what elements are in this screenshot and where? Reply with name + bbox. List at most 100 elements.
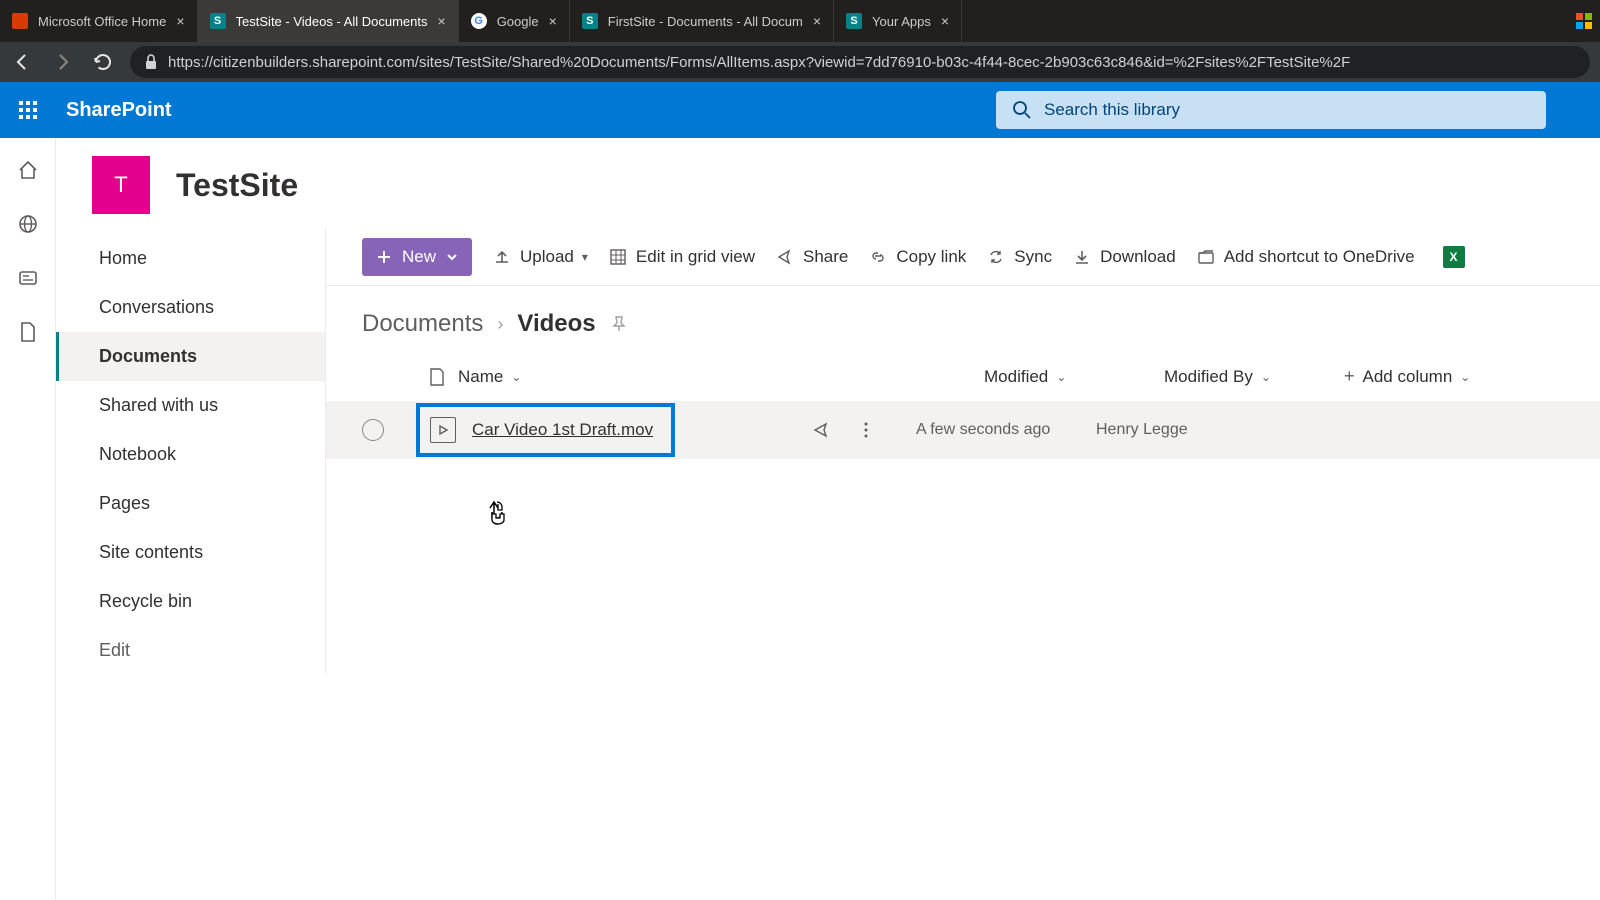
home-icon[interactable] (16, 158, 40, 182)
search-icon (1012, 100, 1032, 120)
nav-home[interactable]: Home (56, 234, 325, 283)
modified-by-column-header[interactable]: Modified By⌄ (1164, 367, 1344, 387)
browser-tab[interactable]: S TestSite - Videos - All Documents × (198, 0, 459, 42)
close-icon[interactable]: × (438, 13, 446, 29)
copy-link-label: Copy link (896, 247, 966, 267)
site-logo[interactable]: T (92, 156, 150, 214)
close-icon[interactable]: × (549, 13, 557, 29)
copy-link-button[interactable]: Copy link (868, 247, 966, 267)
browser-tab[interactable]: S FirstSite - Documents - All Docum × (570, 0, 834, 42)
nav-site-contents[interactable]: Site contents (56, 528, 325, 577)
close-icon[interactable]: × (176, 13, 184, 29)
sync-icon (986, 247, 1006, 267)
browser-toolbar: https://citizenbuilders.sharepoint.com/s… (0, 42, 1600, 82)
files-icon[interactable] (16, 320, 40, 344)
more-actions-icon[interactable] (856, 420, 876, 440)
site-title[interactable]: TestSite (176, 167, 298, 204)
modified-by-cell: Henry Legge (1096, 421, 1188, 439)
excel-icon[interactable]: X (1443, 246, 1465, 268)
reload-button[interactable] (90, 49, 116, 75)
file-name-link[interactable]: Car Video 1st Draft.mov (472, 420, 653, 440)
name-column-header[interactable]: Name⌄ (458, 367, 814, 387)
pin-icon[interactable] (610, 315, 628, 333)
breadcrumb: Documents › Videos (326, 286, 1600, 356)
browser-tab-strip: Microsoft Office Home × S TestSite - Vid… (0, 0, 1600, 42)
link-icon (868, 247, 888, 267)
back-button[interactable] (10, 49, 36, 75)
sync-button[interactable]: Sync (986, 247, 1052, 267)
sharepoint-icon: S (846, 13, 862, 29)
chevron-right-icon: › (497, 314, 503, 335)
forward-button[interactable] (50, 49, 76, 75)
office-icon (12, 13, 28, 29)
share-row-icon[interactable] (812, 420, 832, 440)
google-icon: G (471, 13, 487, 29)
new-button[interactable]: New (362, 238, 472, 276)
browser-tab[interactable]: Microsoft Office Home × (0, 0, 198, 42)
nav-shared-with-us[interactable]: Shared with us (56, 381, 325, 430)
add-column-button[interactable]: +Add column⌄ (1344, 366, 1470, 387)
waffle-icon (19, 101, 37, 119)
row-select-checkbox[interactable] (362, 419, 384, 441)
chevron-down-icon: ⌄ (1261, 370, 1271, 384)
address-bar[interactable]: https://citizenbuilders.sharepoint.com/s… (130, 46, 1590, 78)
share-button[interactable]: Share (775, 247, 848, 267)
share-label: Share (803, 247, 848, 267)
file-row[interactable]: Car Video 1st Draft.mov A few seconds ag… (326, 401, 1600, 459)
suite-brand[interactable]: SharePoint (66, 99, 172, 122)
tab-title: Your Apps (872, 14, 931, 29)
url-text: https://citizenbuilders.sharepoint.com/s… (168, 54, 1350, 71)
breadcrumb-current: Videos (517, 310, 595, 338)
search-input[interactable] (1044, 100, 1530, 120)
download-label: Download (1100, 247, 1176, 267)
suite-header: SharePoint (0, 82, 1600, 138)
plus-icon: + (1344, 366, 1355, 387)
type-column-icon[interactable] (416, 367, 458, 387)
download-button[interactable]: Download (1072, 247, 1176, 267)
video-file-icon[interactable] (430, 417, 456, 443)
modified-column-header[interactable]: Modified⌄ (984, 367, 1164, 387)
news-icon[interactable] (16, 266, 40, 290)
column-headers: Name⌄ Modified⌄ Modified By⌄ +Add column… (326, 356, 1600, 401)
app-bar (0, 138, 56, 900)
plus-icon (376, 249, 392, 265)
tab-title: Microsoft Office Home (38, 14, 166, 29)
search-box[interactable] (996, 91, 1546, 129)
browser-tab[interactable]: G Google × (459, 0, 570, 42)
tab-title: Google (497, 14, 539, 29)
app-launcher-button[interactable] (14, 96, 42, 124)
upload-label: Upload (520, 247, 574, 267)
edit-grid-label: Edit in grid view (636, 247, 755, 267)
close-icon[interactable]: × (813, 13, 821, 29)
nav-edit[interactable]: Edit (56, 626, 325, 675)
sync-label: Sync (1014, 247, 1052, 267)
nav-notebook[interactable]: Notebook (56, 430, 325, 479)
share-icon (775, 247, 795, 267)
breadcrumb-parent[interactable]: Documents (362, 310, 483, 338)
grid-icon (608, 247, 628, 267)
site-header: T TestSite (56, 138, 1600, 228)
upload-button[interactable]: Upload ▾ (492, 247, 588, 267)
close-icon[interactable]: × (941, 13, 949, 29)
tab-title: TestSite - Videos - All Documents (236, 14, 428, 29)
edit-grid-button[interactable]: Edit in grid view (608, 247, 755, 267)
chevron-down-icon: ⌄ (1460, 370, 1470, 384)
download-icon (1072, 247, 1092, 267)
globe-icon[interactable] (16, 212, 40, 236)
nav-pages[interactable]: Pages (56, 479, 325, 528)
chevron-down-icon (446, 251, 458, 263)
add-shortcut-button[interactable]: Add shortcut to OneDrive (1196, 247, 1415, 267)
chevron-down-icon: ⌄ (1056, 370, 1066, 384)
tab-title: FirstSite - Documents - All Docum (608, 14, 803, 29)
add-shortcut-label: Add shortcut to OneDrive (1224, 247, 1415, 267)
windows-logo-icon (1568, 0, 1600, 42)
sharepoint-icon: S (210, 13, 226, 29)
browser-tab[interactable]: S Your Apps × (834, 0, 962, 42)
nav-recycle-bin[interactable]: Recycle bin (56, 577, 325, 626)
command-bar: New Upload ▾ Edit in grid view Sha (326, 228, 1600, 286)
modified-cell: A few seconds ago (916, 421, 1096, 439)
left-navigation: Home Conversations Documents Shared with… (56, 228, 326, 675)
shortcut-icon (1196, 247, 1216, 267)
nav-conversations[interactable]: Conversations (56, 283, 325, 332)
nav-documents[interactable]: Documents (56, 332, 325, 381)
